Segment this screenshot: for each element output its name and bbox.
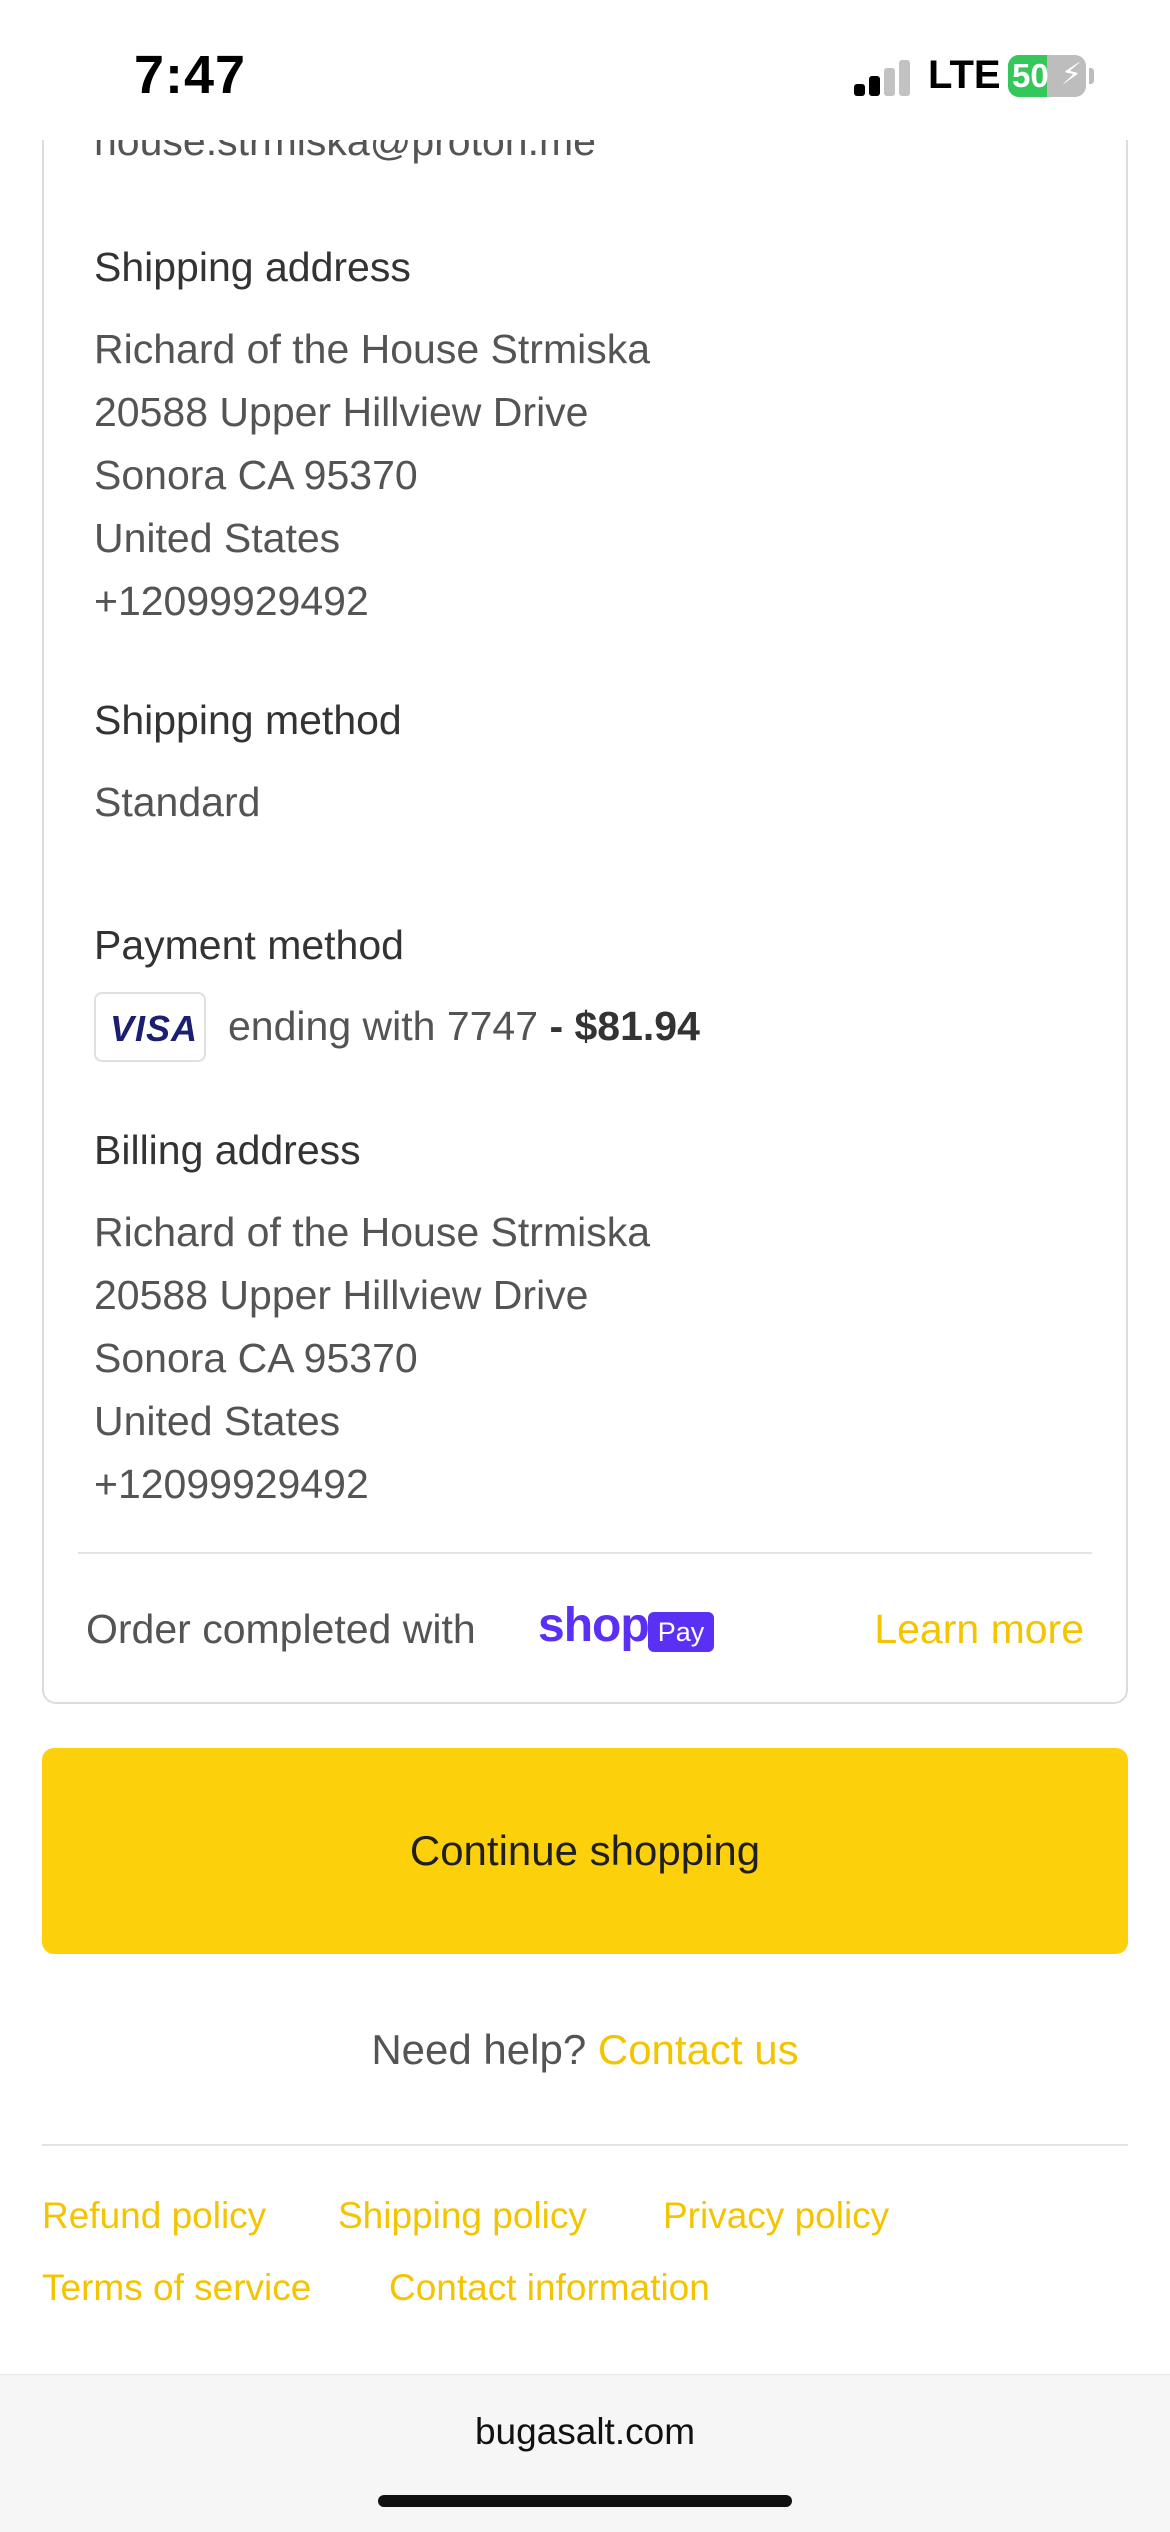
network-type: LTE [928, 53, 1001, 97]
battery-nub [1089, 68, 1094, 84]
visa-card-icon: VISA [94, 992, 206, 1062]
battery-icon: 50 ⚡ [1008, 55, 1086, 97]
shop-pay-logo: shop [538, 1599, 650, 1652]
card-divider [78, 1552, 1092, 1554]
payment-method-title: Payment method [94, 922, 404, 968]
shipping-method-title: Shipping method [94, 697, 402, 743]
visa-logo-text: VISA [110, 1008, 199, 1049]
help-line: Need help? Contact us [0, 2026, 1170, 2074]
home-indicator[interactable] [378, 2495, 792, 2507]
shop-pay-badge: Pay [648, 1612, 714, 1652]
shipping-method-value: Standard [94, 779, 261, 825]
status-time: 7:47 [134, 45, 247, 105]
billing-address-line: Richard of the House Strmiska [94, 1209, 651, 1255]
shipping-address-line: United States [94, 515, 341, 561]
order-completed-text: Order completed with [86, 1606, 476, 1652]
billing-address-line: Sonora CA 95370 [94, 1335, 418, 1381]
shipping-policy-link[interactable]: Shipping policy [338, 2195, 587, 2237]
help-question: Need help? [371, 2026, 587, 2073]
payment-amount: - $81.94 [549, 1003, 700, 1049]
shipping-address-title: Shipping address [94, 244, 411, 290]
continue-shopping-label: Continue shopping [409, 1827, 761, 1874]
charging-bolt-icon: ⚡ [1060, 58, 1082, 91]
billing-address-phone: +12099929492 [94, 1461, 369, 1507]
payment-summary: ending with 7747 - $81.94 [228, 1003, 700, 1050]
billing-address-title: Billing address [94, 1127, 361, 1173]
contact-information-link[interactable]: Contact information [389, 2267, 710, 2309]
card-ending: ending with 7747 [228, 1003, 539, 1049]
learn-more-link[interactable]: Learn more [874, 1606, 1084, 1653]
shipping-address-phone: +12099929492 [94, 578, 369, 624]
battery-percent: 50 [1012, 57, 1049, 94]
address-bar-domain[interactable]: bugasalt.com [0, 2411, 1170, 2453]
billing-address-line: 20588 Upper Hillview Drive [94, 1272, 589, 1318]
status-bar: 7:47 LTE 50 ⚡ [0, 0, 1170, 140]
shipping-address-line: Sonora CA 95370 [94, 452, 418, 498]
shipping-address-line: 20588 Upper Hillview Drive [94, 389, 589, 435]
continue-shopping-button[interactable]: Continue shopping [42, 1748, 1128, 1954]
terms-of-service-link[interactable]: Terms of service [42, 2267, 311, 2309]
billing-address-line: United States [94, 1398, 341, 1444]
privacy-policy-link[interactable]: Privacy policy [663, 2195, 889, 2237]
shipping-address-line: Richard of the House Strmiska [94, 326, 651, 372]
browser-bottom-bar: bugasalt.com [0, 2374, 1170, 2532]
contact-us-link[interactable]: Contact us [598, 2026, 799, 2073]
refund-policy-link[interactable]: Refund policy [42, 2195, 266, 2237]
footer-divider [42, 2144, 1128, 2146]
cellular-signal-icon [854, 60, 914, 96]
